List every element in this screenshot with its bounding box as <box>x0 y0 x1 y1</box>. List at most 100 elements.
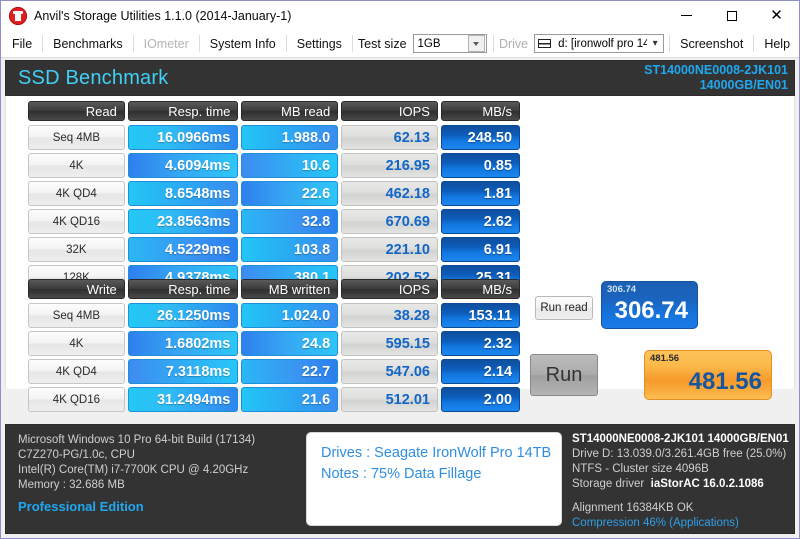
page-title: SSD Benchmark <box>18 66 169 89</box>
table-row: 4K 1.6802ms 24.8 595.15 2.32 <box>28 331 521 356</box>
menu-item-help[interactable]: Help <box>755 33 799 55</box>
menu-bar: File Benchmarks IOmeter System Info Sett… <box>1 30 799 58</box>
cell-iops: 512.01 <box>341 387 438 412</box>
table-row: 4K QD16 31.2494ms 21.6 512.01 2.00 <box>28 387 521 412</box>
read-score-panel: 306.74 306.74 <box>601 281 698 329</box>
drive-capacity-header: 14000GB/EN01 <box>699 78 788 92</box>
cell-mb-written: 24.8 <box>241 331 339 356</box>
menu-item-iometer: IOmeter <box>143 36 189 51</box>
cell-mb-read: 22.6 <box>241 181 339 206</box>
write-table-header: Write Resp. time MB written IOPS MB/s <box>28 279 521 299</box>
row-label[interactable]: Seq 4MB <box>28 303 125 328</box>
cell-iops: 216.95 <box>341 153 438 178</box>
notes-drives: Drives : Seagate IronWolf Pro 14TB <box>321 445 552 461</box>
cell-resp-time: 1.6802ms <box>127 331 239 356</box>
cell-mbs: 0.85 <box>440 153 521 178</box>
notes-text: Notes : 75% Data Fillage <box>321 466 482 482</box>
cell-mbs: 1.81 <box>440 181 521 206</box>
total-score-value: 481.56 <box>688 368 762 395</box>
title-bar: Anvil's Storage Utilities 1.1.0 (2014-Ja… <box>1 1 799 30</box>
cell-mbs: 6.91 <box>440 237 521 262</box>
cell-resp-time: 4.5229ms <box>127 237 239 262</box>
cell-mb-written: 1.024.0 <box>241 303 339 328</box>
column-header-read: Read <box>28 101 125 121</box>
drive-model-header: ST14000NE0008-2JK101 <box>644 63 788 77</box>
cell-mb-read: 1.988.0 <box>241 125 339 150</box>
cell-mb-written: 22.7 <box>241 359 339 384</box>
maximize-button[interactable] <box>709 1 754 30</box>
run-button[interactable]: Run <box>530 354 598 396</box>
drive-value: d: [ironwolf pro 14tb] <box>558 37 648 50</box>
cell-resp-time: 23.8563ms <box>127 209 239 234</box>
write-results-table: Write Resp. time MB written IOPS MB/s Se… <box>28 279 521 415</box>
test-size-value: 1GB <box>417 37 441 50</box>
row-label[interactable]: 32K <box>28 237 125 262</box>
chevron-down-icon[interactable] <box>467 35 485 52</box>
column-header-resp-time: Resp. time <box>127 101 239 121</box>
os-version: Microsoft Windows 10 Pro 64-bit Build (1… <box>18 434 256 446</box>
menu-divider <box>492 35 494 52</box>
column-header-mbs: MB/s <box>440 101 521 121</box>
menu-item-benchmarks[interactable]: Benchmarks <box>44 33 131 55</box>
row-label[interactable]: 4K QD4 <box>28 359 125 384</box>
column-header-mb-written: MB written <box>241 279 339 299</box>
cell-resp-time: 4.6094ms <box>127 153 239 178</box>
run-read-button[interactable]: Run read <box>535 296 593 320</box>
drive-select[interactable]: d: [ironwolf pro 14tb] ▾ <box>534 34 665 53</box>
cell-mb-read: 10.6 <box>241 153 339 178</box>
cell-resp-time: 16.0966ms <box>127 125 239 150</box>
column-header-mbs: MB/s <box>440 279 521 299</box>
menu-item-system-info[interactable]: System Info <box>201 33 285 55</box>
row-label[interactable]: 4K <box>28 153 125 178</box>
benchmark-results: Read Resp. time MB read IOPS MB/s Seq 4M… <box>5 96 795 474</box>
cell-mbs: 248.50 <box>440 125 521 150</box>
cell-iops: 670.69 <box>341 209 438 234</box>
row-label[interactable]: 4K QD16 <box>28 209 125 234</box>
row-label[interactable]: 4K <box>28 331 125 356</box>
drive-filesystem: NTFS - Cluster size 4096B <box>572 463 709 475</box>
menu-divider <box>198 35 200 52</box>
read-score-value: 306.74 <box>614 297 688 324</box>
cell-resp-time: 7.3118ms <box>127 359 239 384</box>
cell-iops: 62.13 <box>341 125 438 150</box>
table-row: Seq 4MB 26.1250ms 1.024.0 38.28 153.11 <box>28 303 521 328</box>
system-info-block: Microsoft Windows 10 Pro 64-bit Build (1… <box>6 425 306 533</box>
cell-resp-time: 8.6548ms <box>127 181 239 206</box>
row-label[interactable]: 4K QD4 <box>28 181 125 206</box>
menu-divider <box>42 35 44 52</box>
drive-compression[interactable]: Compression 46% (Applications) <box>572 516 794 531</box>
menu-item-screenshot[interactable]: Screenshot <box>671 33 752 55</box>
app-window: Anvil's Storage Utilities 1.1.0 (2014-Ja… <box>0 0 800 539</box>
cell-iops: 547.06 <box>341 359 438 384</box>
cell-resp-time: 26.1250ms <box>127 303 239 328</box>
table-row: 4K QD4 7.3118ms 22.7 547.06 2.14 <box>28 359 521 384</box>
column-header-iops: IOPS <box>341 101 438 121</box>
close-button[interactable]: ✕ <box>754 1 799 30</box>
cell-mb-written: 21.6 <box>241 387 339 412</box>
chevron-down-icon[interactable]: ▾ <box>647 38 663 49</box>
cell-mb-read: 103.8 <box>241 237 339 262</box>
column-header-mb-read: MB read <box>241 101 339 121</box>
test-size-select[interactable]: 1GB <box>412 34 487 53</box>
cell-iops: 595.15 <box>341 331 438 356</box>
anvil-icon <box>9 6 27 25</box>
cpu-model: Intel(R) Core(TM) i7-7700K CPU @ 4.20GHz <box>18 464 249 476</box>
menu-item-file[interactable]: File <box>3 33 41 55</box>
menu-divider <box>285 35 287 52</box>
read-table-header: Read Resp. time MB read IOPS MB/s <box>28 101 521 121</box>
total-score-small: 481.56 <box>650 353 680 364</box>
storage-driver: Storage driver iaStorAC 16.0.2.1086 <box>572 477 794 492</box>
menu-divider <box>753 35 755 52</box>
notes-box[interactable]: Drives : Seagate IronWolf Pro 14TB Notes… <box>306 432 562 526</box>
cell-iops: 221.10 <box>341 237 438 262</box>
row-label[interactable]: Seq 4MB <box>28 125 125 150</box>
read-score-small: 306.74 <box>607 284 637 295</box>
row-label[interactable]: 4K QD16 <box>28 387 125 412</box>
motherboard: C7Z270-PG/1.0c, CPU <box>18 449 135 461</box>
menu-item-settings[interactable]: Settings <box>288 33 351 55</box>
benchmark-header: SSD Benchmark ST14000NE0008-2JK101 14000… <box>5 60 795 96</box>
window-title: Anvil's Storage Utilities 1.1.0 (2014-Ja… <box>34 8 292 23</box>
drive-alignment: Alignment 16384KB OK <box>572 502 694 514</box>
minimize-button[interactable] <box>664 1 709 30</box>
